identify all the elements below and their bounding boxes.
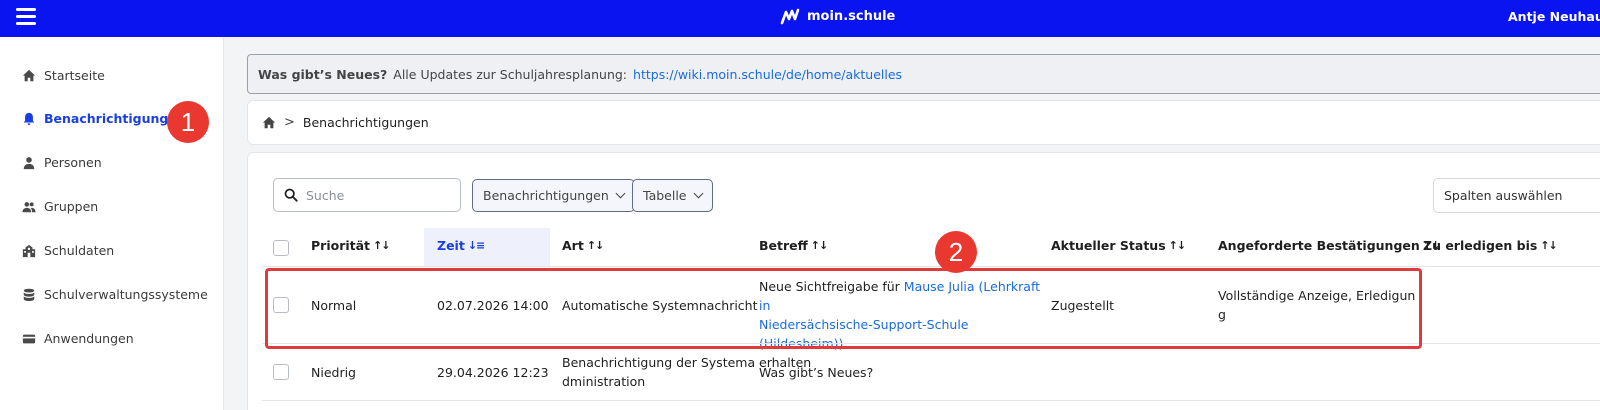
column-header-label: Betreff	[759, 238, 808, 253]
sort-descending-icon: ↓≡	[467, 239, 485, 252]
columns-select-label: Spalten auswählen	[1444, 188, 1563, 203]
column-header-zeit[interactable]: Zeit ↓≡	[437, 238, 485, 253]
column-header-label: Zeit	[437, 238, 465, 253]
column-header-label: Priorität	[311, 238, 371, 253]
top-bar: moin.schule Antje Neuhaus-S	[0, 0, 1600, 37]
callout-marker-1: 1	[167, 101, 209, 143]
callout-marker-2: 2	[935, 231, 977, 273]
column-header-art[interactable]: Art ↑↓	[562, 238, 604, 253]
home-icon	[22, 69, 36, 81]
breadcrumb: > Benachrichtigungen	[247, 100, 1600, 145]
chevron-down-icon	[693, 188, 703, 199]
sort-icon: ↑↓	[1540, 239, 1557, 252]
columns-select-button[interactable]: Spalten auswählen	[1433, 178, 1600, 213]
column-header-bestaetigungen[interactable]: Angeforderte Bestätigungen ↑↓	[1218, 238, 1440, 253]
sort-icon: ↑↓	[586, 239, 604, 252]
user-menu[interactable]: Antje Neuhaus-S	[1508, 9, 1600, 24]
sidebar-item-gruppen[interactable]: Gruppen	[22, 199, 98, 214]
sidebar-item-label: Benachrichtigungen	[44, 111, 186, 126]
column-header-label: Angeforderte Bestätigungen	[1218, 238, 1420, 253]
row-divider	[262, 400, 1600, 401]
brand-name: moin.schule	[807, 8, 896, 24]
column-header-zu-erledigen-bis[interactable]: Zu erledigen bis ↑↓	[1423, 238, 1558, 253]
type-line2: dministration	[562, 374, 646, 389]
sidebar-item-label: Startseite	[44, 68, 105, 83]
banner-title: Was gibt’s Neues?	[258, 66, 388, 82]
view-dropdown-label: Tabelle	[643, 188, 687, 203]
search-icon	[284, 188, 298, 202]
breadcrumb-current: Benachrichtigungen	[302, 115, 429, 130]
sort-icon: ↑↓	[810, 239, 828, 252]
select-all-checkbox[interactable]	[273, 240, 289, 256]
chevron-down-icon	[615, 188, 626, 199]
home-icon[interactable]	[262, 116, 276, 130]
sidebar-item-label: Gruppen	[44, 199, 99, 214]
sidebar: Startseite Benachrichtigungen Personen G…	[0, 37, 224, 410]
cell-time: 29.04.2026 12:23	[437, 365, 549, 380]
table-header-divider	[262, 266, 1600, 267]
app-logo[interactable]: moin.schule	[780, 6, 895, 26]
column-header-label: Aktueller Status	[1051, 238, 1166, 253]
cell-subject: Was gibt’s Neues?	[759, 365, 874, 380]
bell-icon	[23, 112, 35, 125]
sidebar-item-label: Schulverwaltungssysteme	[44, 287, 208, 302]
sidebar-item-label: Schuldaten	[44, 243, 115, 258]
menu-icon[interactable]	[16, 8, 36, 26]
school-icon	[22, 244, 36, 257]
view-dropdown[interactable]: Tabelle	[632, 179, 713, 212]
sidebar-item-label: Personen	[44, 155, 102, 170]
database-icon	[23, 288, 35, 301]
highlight-box	[265, 268, 1422, 349]
news-banner: Was gibt’s Neues? Alle Updates zur Schul…	[247, 54, 1600, 94]
sidebar-item-schuldaten[interactable]: Schuldaten	[22, 243, 114, 258]
search-input[interactable]	[306, 187, 446, 203]
banner-link[interactable]: https://wiki.moin.schule/de/home/aktuell…	[633, 67, 902, 82]
filter-dropdown-label: Benachrichtigungen	[483, 188, 609, 203]
column-header-label: Zu erledigen bis	[1423, 238, 1538, 253]
column-header-prioritaet[interactable]: Priorität ↑↓	[311, 238, 391, 253]
sidebar-item-benachrichtigungen[interactable]: Benachrichtigungen	[22, 111, 186, 126]
sidebar-item-anwendungen[interactable]: Anwendungen	[22, 331, 134, 346]
sidebar-item-personen[interactable]: Personen	[22, 155, 102, 170]
banner-text: Alle Updates zur Schuljahresplanung:	[393, 66, 628, 82]
group-icon	[22, 201, 36, 212]
search-field[interactable]	[273, 178, 461, 212]
sidebar-item-schulverwaltungssysteme[interactable]: Schulverwaltungssysteme	[22, 287, 208, 302]
filter-dropdown[interactable]: Benachrichtigungen	[472, 179, 635, 212]
type-line1: Benachrichtigung der Systema	[562, 355, 756, 370]
sidebar-item-label: Anwendungen	[44, 331, 134, 346]
sidebar-item-startseite[interactable]: Startseite	[22, 68, 105, 83]
row-checkbox[interactable]	[273, 364, 289, 380]
column-header-label: Art	[562, 238, 584, 253]
column-header-betreff[interactable]: Betreff ↑↓	[759, 238, 828, 253]
cell-priority: Niedrig	[311, 365, 356, 380]
cell-type: Benachrichtigung der Systema dministratio…	[562, 353, 755, 391]
sort-icon: ↑↓	[373, 239, 390, 252]
sort-icon: ↑↓	[1168, 239, 1186, 252]
chevron-right-icon: >	[284, 115, 295, 130]
person-icon	[23, 156, 35, 169]
card-icon	[22, 334, 36, 343]
column-header-status[interactable]: Aktueller Status ↑↓	[1051, 238, 1186, 253]
logo-icon	[780, 8, 800, 25]
